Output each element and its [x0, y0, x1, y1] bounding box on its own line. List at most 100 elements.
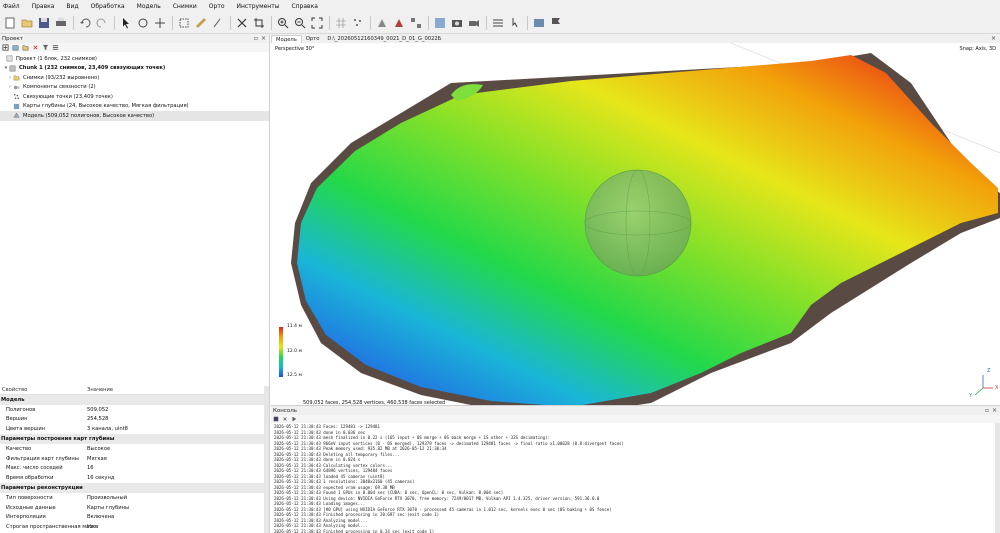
tree-item-components[interactable]: › Компоненты связности (2): [0, 83, 269, 93]
menu-item[interactable]: Файл: [3, 3, 20, 10]
tab-ortho[interactable]: Орто: [302, 35, 324, 43]
flag-icon[interactable]: [549, 16, 563, 30]
property-row[interactable]: Макс. число соседей 16: [0, 464, 268, 474]
model-solid-icon[interactable]: [375, 16, 389, 30]
console-title-label: Консоль: [273, 407, 298, 414]
panel-close-icon[interactable]: ×: [992, 407, 997, 414]
property-row[interactable]: Качество Высокое: [0, 444, 268, 454]
menu-item[interactable]: Справка: [291, 3, 317, 10]
model-render[interactable]: [271, 43, 1000, 439]
save-log-icon[interactable]: [273, 416, 279, 422]
property-group-title: Модель: [1, 396, 25, 403]
menu-item[interactable]: Орто: [209, 3, 225, 10]
tree-root[interactable]: Проект (1 блок, 232 снимков): [0, 54, 269, 64]
snap-label: Snap: Axis, 3D: [959, 46, 996, 52]
tree-item-depth-maps[interactable]: Карты глубины (24, Высокое качество, Мяг…: [0, 102, 269, 112]
undo-icon[interactable]: [78, 16, 92, 30]
property-value: Высокое: [87, 445, 111, 452]
property-group-header[interactable]: Модель: [0, 395, 268, 405]
texture-icon[interactable]: [433, 16, 447, 30]
zoom-out-icon[interactable]: [293, 16, 307, 30]
run-script-icon[interactable]: [291, 416, 297, 422]
property-row[interactable]: Строгая пространственная маска Нет: [0, 522, 268, 532]
move-icon[interactable]: [153, 16, 167, 30]
property-row[interactable]: Цвета вершин 3 канала, uint8: [0, 424, 268, 434]
property-row[interactable]: Тип поверхности Произвольный: [0, 493, 268, 503]
console-scrollbar[interactable]: [995, 423, 1000, 533]
project-tree: Проект (1 блок, 232 снимков) ▾ Chunk 1 (…: [0, 52, 269, 121]
tab-photo[interactable]: D:\_20260512160349_0021_D_01_G_0022Б: [323, 35, 445, 43]
model-viewport[interactable]: Perspective 30° Snap: Axis, 3D 11.4 м 12…: [271, 43, 1000, 439]
rotate-select-icon[interactable]: [136, 16, 150, 30]
tree-item-label: Снимки (93/232 выровнено): [23, 74, 100, 81]
tree-view-icon[interactable]: [52, 44, 59, 51]
shaded-icon[interactable]: [392, 16, 406, 30]
redo-icon[interactable]: [95, 16, 109, 30]
tree-item-tie-points[interactable]: Связующие точки (23,409 точек): [0, 92, 269, 102]
menu-item[interactable]: Правка: [32, 3, 55, 10]
trackball-sphere[interactable]: [584, 169, 692, 277]
menu-item[interactable]: Обработка: [91, 3, 125, 10]
menu-item[interactable]: Вид: [66, 3, 78, 10]
save-icon[interactable]: [37, 16, 51, 30]
log-line: 2026-05-12 21:30:43 Finished processing …: [274, 528, 435, 533]
tab-model[interactable]: Модель: [271, 35, 302, 43]
open-icon[interactable]: [20, 16, 34, 30]
property-row[interactable]: Исходные данные Карты глубины: [0, 503, 268, 513]
project-panel-title: Проект ▫ ×: [0, 34, 269, 43]
property-row[interactable]: Интерполяция Включена: [0, 513, 268, 523]
menu-item[interactable]: Инструменты: [237, 3, 280, 10]
property-group-header[interactable]: Параметры реконструкции: [0, 483, 268, 493]
print-icon[interactable]: [54, 16, 68, 30]
draw-icon[interactable]: [211, 16, 225, 30]
new-icon[interactable]: [3, 16, 17, 30]
fit-icon[interactable]: [310, 16, 324, 30]
pointer-icon[interactable]: [508, 16, 522, 30]
panel-float-icon[interactable]: ▫: [985, 407, 989, 414]
tree-chunk[interactable]: ▾ Chunk 1 (232 снимков, 23,409 связующих…: [0, 64, 269, 74]
list-icon[interactable]: [491, 16, 505, 30]
property-row[interactable]: Время обработки 16 секунд: [0, 473, 268, 483]
tree-item-photos[interactable]: › Снимки (93/232 выровнено): [0, 73, 269, 83]
property-column-header[interactable]: Свойство: [0, 387, 87, 393]
add-chunk-icon[interactable]: [2, 44, 9, 51]
select-cursor-icon[interactable]: [119, 16, 133, 30]
properties-scrollbar[interactable]: [264, 386, 269, 533]
points-icon[interactable]: [351, 16, 365, 30]
filter-icon[interactable]: [42, 44, 49, 51]
menu-bar: Файл Правка Вид Обработка Модель Снимки Орто Ин…: [0, 0, 1000, 12]
property-row[interactable]: Фильтрация карт глубины Мягкая: [0, 454, 268, 464]
project-subtoolbar: [0, 43, 269, 52]
remove-item-icon[interactable]: [32, 44, 39, 51]
tree-item-model[interactable]: Модель (509,052 полигонов, Высокое качес…: [0, 111, 269, 121]
property-group-header[interactable]: Параметры построения карт глубины: [0, 434, 268, 444]
close-icon[interactable]: [235, 16, 249, 30]
tiled-icon[interactable]: [409, 16, 423, 30]
console-log[interactable]: 2026-05-12 21:30:43 Faces: 129481 -> 129…: [271, 423, 1000, 533]
toolbar-separator: [370, 15, 371, 30]
zoom-in-icon[interactable]: [276, 16, 290, 30]
panel-close-icon[interactable]: ×: [261, 35, 266, 42]
menu-item[interactable]: Снимки: [173, 3, 197, 10]
toolbar-separator: [230, 15, 231, 30]
panel-float-icon[interactable]: ▫: [254, 35, 258, 42]
grid-icon[interactable]: [334, 16, 348, 30]
add-folder-icon[interactable]: [22, 44, 29, 51]
left-panel: Проект ▫ × Проект (1 блок, 232 снимков) ▾…: [0, 34, 270, 533]
ruler-icon[interactable]: [194, 16, 208, 30]
region-icon[interactable]: [177, 16, 191, 30]
add-photos-icon[interactable]: [12, 44, 19, 51]
tree-item-label: Карты глубины (24, Высокое качество, Мяг…: [23, 103, 189, 110]
screenshot-icon[interactable]: [450, 16, 464, 30]
crop-icon[interactable]: [252, 16, 266, 30]
value-column-header[interactable]: Значение: [87, 387, 113, 393]
menu-item[interactable]: Модель: [137, 3, 161, 10]
tree-root-label: Проект (1 блок, 232 снимков): [16, 55, 97, 62]
image-icon[interactable]: [532, 16, 546, 30]
property-row[interactable]: Полигонов 509,052: [0, 405, 268, 415]
clear-log-icon[interactable]: [282, 416, 288, 422]
tab-close-icon[interactable]: ×: [991, 35, 996, 42]
property-key: Время обработки: [6, 475, 54, 482]
camera-icon[interactable]: [467, 16, 481, 30]
property-row[interactable]: Вершин 254,528: [0, 415, 268, 425]
